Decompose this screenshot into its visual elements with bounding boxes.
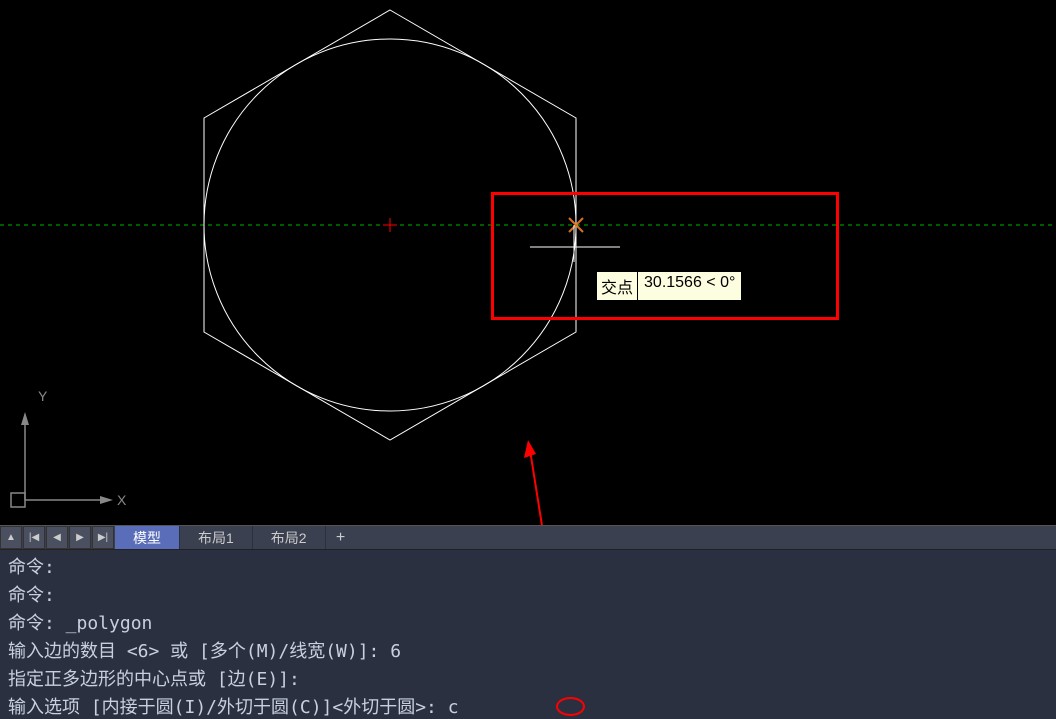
- annotation-arrow-line: [530, 450, 570, 525]
- tab-menu-button[interactable]: ▲: [0, 526, 22, 549]
- annotation-arrow-head: [524, 440, 536, 458]
- tab-layout2[interactable]: 布局2: [253, 526, 326, 549]
- tab-add-button[interactable]: +: [326, 526, 356, 549]
- command-line: 命令:: [8, 554, 1048, 582]
- layout-tab-bar: ▲ |◀ ◀ ▶ ▶| 模型 布局1 布局2 +: [0, 525, 1056, 550]
- ucs-x-label: X: [117, 492, 126, 508]
- command-line: 命令:: [8, 582, 1048, 610]
- tab-nav-last[interactable]: ▶|: [92, 526, 114, 549]
- drawing-canvas[interactable]: Y X 交点 30.1566 < 0°: [0, 0, 1056, 525]
- command-line: 输入选项 [内接于圆(I)/外切于圆(C)]<外切于圆>: c: [8, 694, 1048, 719]
- tooltip-label: 交点: [597, 272, 638, 300]
- command-history-panel[interactable]: 命令: 命令: 命令: _polygon 输入边的数目 <6> 或 [多个(M)…: [0, 550, 1056, 719]
- tab-layout1[interactable]: 布局1: [180, 526, 253, 549]
- tab-model[interactable]: 模型: [115, 526, 180, 549]
- ucs-y-label: Y: [38, 388, 47, 404]
- ucs-icon: [11, 412, 113, 507]
- command-line: 指定正多边形的中心点或 [边(E)]:: [8, 666, 1048, 694]
- tab-nav-next[interactable]: ▶: [69, 526, 91, 549]
- tooltip-value: 30.1566 < 0°: [638, 272, 741, 300]
- command-line: 输入边的数目 <6> 或 [多个(M)/线宽(W)]: 6: [8, 638, 1048, 666]
- tab-nav-prev[interactable]: ◀: [46, 526, 68, 549]
- command-line: 命令: _polygon: [8, 610, 1048, 638]
- tab-nav-first[interactable]: |◀: [23, 526, 45, 549]
- snap-tooltip: 交点 30.1566 < 0°: [596, 271, 742, 301]
